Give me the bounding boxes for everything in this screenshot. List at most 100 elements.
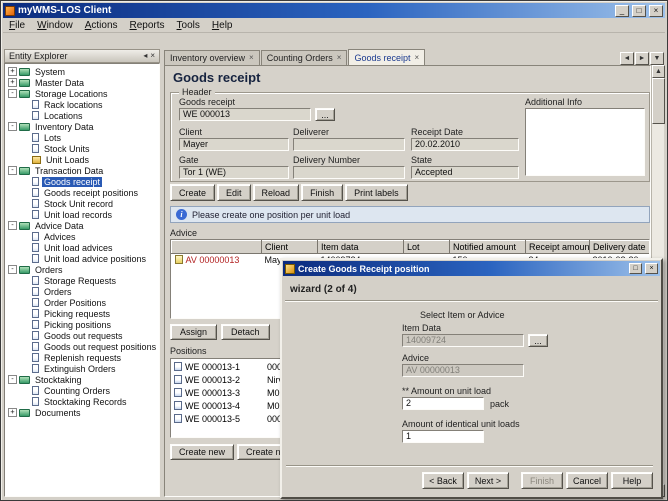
tree-item-storage-requests[interactable]: Storage Requests: [5, 275, 159, 286]
minimize-icon[interactable]: [615, 4, 629, 17]
tree-item-picking-requests[interactable]: Picking requests: [5, 308, 159, 319]
menu-file[interactable]: File: [3, 20, 31, 31]
folder-icon: [19, 166, 30, 175]
tree-item-unit-load-advices[interactable]: Unit load advices: [5, 242, 159, 253]
tree-item-lots[interactable]: Lots: [5, 132, 159, 143]
item-data-browse-button[interactable]: ...: [528, 334, 548, 347]
tree-collapse-icon[interactable]: -: [8, 375, 17, 384]
create-new-button[interactable]: Create new: [170, 444, 235, 460]
assign-button[interactable]: Assign: [170, 324, 218, 340]
tree-item-orders[interactable]: Orders: [5, 286, 159, 297]
amount-field[interactable]: 2: [402, 397, 484, 410]
tree-expand-icon[interactable]: +: [8, 408, 17, 417]
tree-item-label: Stock Unit record: [44, 198, 114, 209]
reload-button[interactable]: Reload: [252, 184, 300, 201]
tree-item-replenish-requests[interactable]: Replenish requests: [5, 352, 159, 363]
tree-item-advice-data[interactable]: - Advice Data: [5, 220, 159, 231]
advice-column-lot[interactable]: Lot: [403, 240, 450, 254]
tree-item-system[interactable]: + System: [5, 66, 159, 77]
tree-item-goods-receipt-positions[interactable]: Goods receipt positions: [5, 187, 159, 198]
dialog-advice-field: AV 00000013: [402, 364, 524, 377]
explorer-title: Entity Explorer: [9, 51, 68, 61]
advice-column-client[interactable]: Client: [261, 240, 318, 254]
tree-item-storage-locations[interactable]: - Storage Locations: [5, 88, 159, 99]
next-button[interactable]: Next >: [466, 472, 509, 489]
identical-loads-field[interactable]: 1: [402, 430, 484, 443]
doc-icon: [32, 243, 39, 252]
tree-item-stock-units[interactable]: Stock Units: [5, 143, 159, 154]
tree-item-stocktaking-records[interactable]: Stocktaking Records: [5, 396, 159, 407]
tree-item-extinguish-orders[interactable]: Extinguish Orders: [5, 363, 159, 374]
dialog-title-bar[interactable]: Create Goods Receipt position: [283, 261, 660, 276]
tree-collapse-icon[interactable]: -: [8, 89, 17, 98]
dialog-maximize-icon[interactable]: [629, 263, 642, 274]
tree-item-rack-locations[interactable]: Rack locations: [5, 99, 159, 110]
menu-help[interactable]: Help: [206, 20, 239, 31]
advice-column-receipt-amount[interactable]: Receipt amount: [525, 240, 590, 254]
tree-collapse-icon[interactable]: -: [8, 166, 17, 175]
tree-item-stocktaking[interactable]: - Stocktaking: [5, 374, 159, 385]
tree-item-goods-out-requests[interactable]: Goods out requests: [5, 330, 159, 341]
advice-column-item-data[interactable]: Item data: [317, 240, 404, 254]
tree-item-orders[interactable]: - Orders: [5, 264, 159, 275]
tree-item-master-data[interactable]: + Master Data: [5, 77, 159, 88]
tree-item-unit-load-advice-positions[interactable]: Unit load advice positions: [5, 253, 159, 264]
tree-item-goods-receipt[interactable]: Goods receipt: [5, 176, 159, 187]
tree-item-counting-orders[interactable]: Counting Orders: [5, 385, 159, 396]
close-panel-icon[interactable]: [150, 52, 155, 60]
tree-collapse-icon[interactable]: -: [8, 221, 17, 230]
tree-item-advices[interactable]: Advices: [5, 231, 159, 242]
advice-column-notified-amount[interactable]: Notified amount: [449, 240, 526, 254]
menu-window[interactable]: Window: [31, 20, 79, 31]
tab-bar: Inventory overview Counting Orders Goods r…: [164, 49, 664, 65]
tree-item-order-positions[interactable]: Order Positions: [5, 297, 159, 308]
tab-close-icon[interactable]: [414, 54, 419, 62]
advice-column-delivery-date[interactable]: Delivery date: [589, 240, 649, 254]
maximize-icon[interactable]: [632, 4, 646, 17]
detach-button[interactable]: Detach: [221, 324, 270, 340]
tree-item-documents[interactable]: + Documents: [5, 407, 159, 418]
edit-button[interactable]: Edit: [217, 184, 251, 201]
menu-actions[interactable]: Actions: [79, 20, 124, 31]
menu-tools[interactable]: Tools: [171, 20, 206, 31]
tree-expand-icon[interactable]: +: [8, 67, 17, 76]
cancel-button[interactable]: Cancel: [565, 472, 608, 489]
scrollbar-thumb[interactable]: [652, 78, 665, 124]
scroll-up-icon[interactable]: [652, 65, 665, 78]
additional-info-textarea[interactable]: [525, 108, 645, 176]
tree-item-unit-loads[interactable]: Unit Loads: [5, 154, 159, 165]
tree-item-goods-out-request-positions[interactable]: Goods out request positions: [5, 341, 159, 352]
back-button[interactable]: < Back: [421, 472, 464, 489]
tree-item-unit-load-records[interactable]: Unit load records: [5, 209, 159, 220]
tab-list-icon[interactable]: [650, 52, 664, 65]
tree-item-picking-positions[interactable]: Picking positions: [5, 319, 159, 330]
app-window: myWMS-LOS Client FileWindowActionsReport…: [0, 0, 668, 501]
tree-expand-icon[interactable]: +: [8, 78, 17, 87]
close-icon[interactable]: [649, 4, 663, 17]
tab-close-icon[interactable]: [249, 54, 254, 62]
tree-collapse-icon[interactable]: -: [8, 122, 17, 131]
dialog-close-icon[interactable]: [645, 263, 658, 274]
tab-counting-orders[interactable]: Counting Orders: [260, 50, 348, 65]
print-labels-button[interactable]: Print labels: [345, 184, 408, 201]
menu-reports[interactable]: Reports: [124, 20, 171, 31]
tab-goods-receipt[interactable]: Goods receipt: [348, 49, 426, 65]
tab-label: Inventory overview: [170, 53, 246, 63]
advice-column-selector[interactable]: [171, 240, 262, 254]
tree-item-locations[interactable]: Locations: [5, 110, 159, 121]
tab-inventory-overview[interactable]: Inventory overview: [164, 50, 260, 65]
scroll-tabs-left-icon[interactable]: [620, 52, 634, 65]
title-bar[interactable]: myWMS-LOS Client: [3, 3, 665, 18]
finish-button[interactable]: Finish: [301, 184, 344, 201]
help-button[interactable]: Help: [611, 472, 653, 489]
tab-close-icon[interactable]: [337, 54, 342, 62]
scroll-tabs-right-icon[interactable]: [635, 52, 649, 65]
tree-item-stock-unit-record[interactable]: Stock Unit record: [5, 198, 159, 209]
collapse-panel-icon[interactable]: [143, 52, 147, 60]
goods-receipt-browse-button[interactable]: ...: [315, 108, 335, 121]
create-button[interactable]: Create: [170, 184, 216, 201]
tree-item-inventory-data[interactable]: - Inventory Data: [5, 121, 159, 132]
tree-collapse-icon[interactable]: -: [8, 265, 17, 274]
position-document-icon: [174, 388, 182, 397]
tree-item-transaction-data[interactable]: - Transaction Data: [5, 165, 159, 176]
